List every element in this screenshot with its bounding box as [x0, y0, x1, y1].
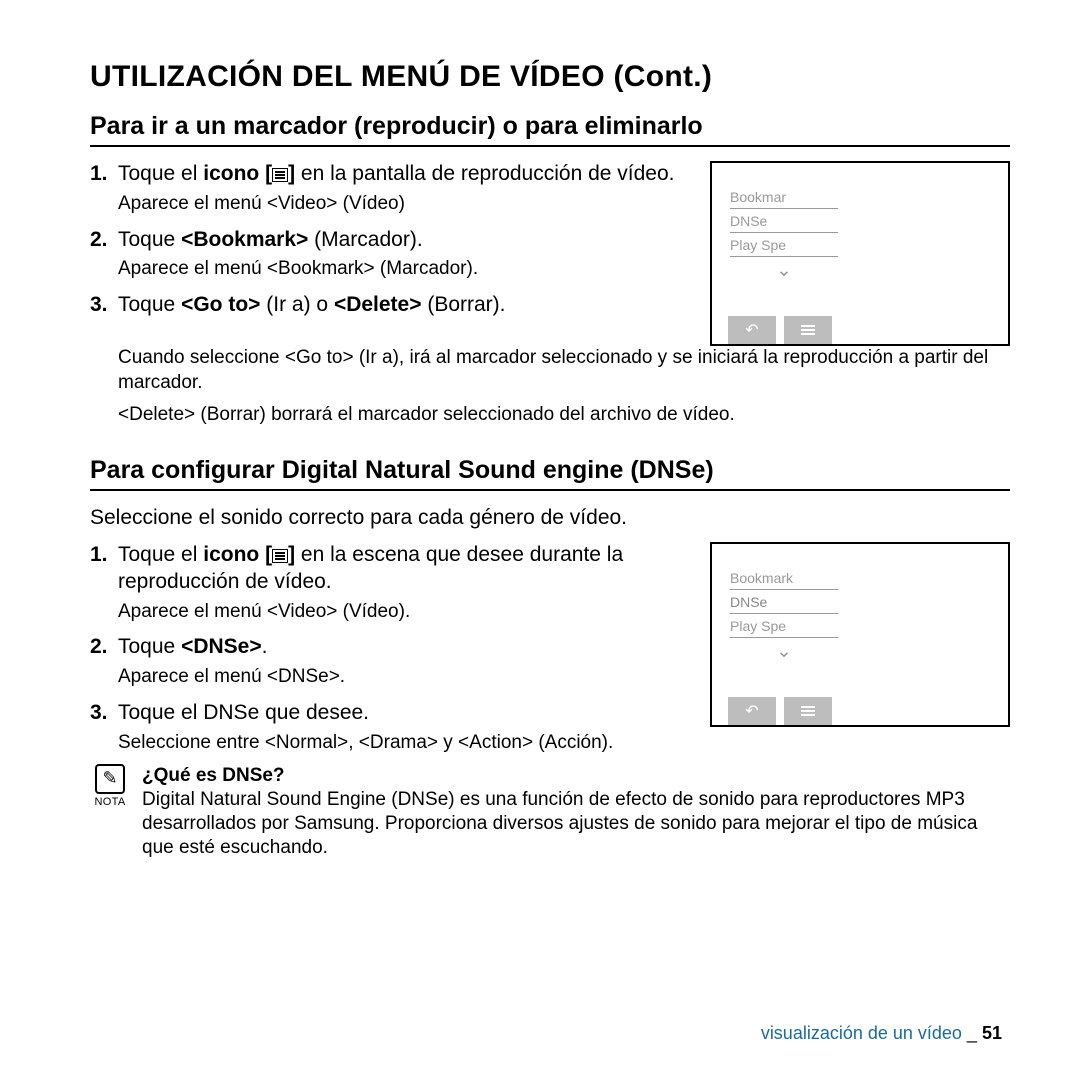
text: Toque: [118, 635, 181, 658]
menu-item-playspeed: Play Spe: [730, 614, 838, 638]
step-1: 1. Toque el icono [] en la pantalla de r…: [90, 161, 686, 188]
section-heading: Para ir a un marcador (reproducir) o par…: [90, 112, 1010, 147]
text: <Go to>: [181, 293, 260, 316]
text: Toque el DNSe que desee.: [118, 700, 686, 727]
device-illustration: Bookmar DNSe Play Spe ⌄ ↶: [710, 161, 1010, 346]
text: Toque: [118, 228, 181, 251]
step-3-sub1: Cuando seleccione <Go to> (Ir a), irá al…: [118, 346, 1010, 395]
footer-section: visualización de un vídeo: [761, 1023, 962, 1043]
device-bottom-bar: ↶: [712, 697, 1008, 725]
menu-icon: [784, 316, 832, 344]
back-icon: ↶: [728, 316, 776, 344]
step-number: 2.: [90, 227, 118, 254]
menu-item-dnse: DNSe: [730, 590, 838, 614]
section-bookmark: Para ir a un marcador (reproducir) o par…: [90, 112, 1010, 428]
footer-sep: _: [962, 1023, 982, 1043]
step-2: 2. Toque <Bookmark> (Marcador).: [90, 227, 686, 254]
chevron-down-icon: ⌄: [730, 257, 838, 282]
device-illustration: Bookmark DNSe Play Spe ⌄ ↶: [710, 542, 1010, 727]
step-3: 3. Toque <Go to> (Ir a) o <Delete> (Borr…: [90, 292, 686, 319]
text: <DNSe>: [181, 635, 262, 658]
section-dnse: Para conﬁgurar Digital Natural Sound eng…: [90, 456, 1010, 861]
text: (Marcador).: [308, 228, 422, 251]
step-number: 3.: [90, 700, 118, 727]
note-text: Digital Natural Sound Engine (DNSe) es u…: [142, 788, 1010, 861]
device-menu: Bookmar DNSe Play Spe ⌄: [730, 185, 838, 282]
text: <Bookmark>: [181, 228, 308, 251]
step-number: 1.: [90, 542, 118, 596]
step-3: 3. Toque el DNSe que desee.: [90, 700, 686, 727]
text: .: [262, 635, 268, 658]
page-title: UTILIZACIÓN DEL MENÚ DE VÍDEO (Cont.): [90, 60, 1010, 94]
page-footer: visualización de un vídeo _ 51: [761, 1023, 1002, 1044]
menu-item-bookmark: Bookmar: [730, 185, 838, 209]
text: ]: [288, 162, 301, 185]
step-2-sub: Aparece el menú <Bookmark> (Marcador).: [118, 257, 686, 282]
text: (Borrar).: [422, 293, 506, 316]
text: Toque el: [118, 543, 203, 566]
note-icon: ✎: [95, 764, 125, 794]
menu-icon: [784, 697, 832, 725]
step-number: 2.: [90, 634, 118, 661]
device-bottom-bar: ↶: [712, 316, 1008, 344]
note-question: ¿Qué es DNSe?: [142, 764, 1010, 788]
menu-item-dnse: DNSe: [730, 209, 838, 233]
note-label: NOTA: [95, 796, 126, 808]
back-icon: ↶: [728, 697, 776, 725]
step-2: 2. Toque <DNSe>.: [90, 634, 686, 661]
step-number: 1.: [90, 161, 118, 188]
step-3-sub: Seleccione entre <Normal>, <Drama> y <Ac…: [118, 731, 1010, 756]
chevron-down-icon: ⌄: [730, 638, 838, 663]
page-number: 51: [982, 1023, 1002, 1043]
intro-text: Seleccione el sonido correcto para cada …: [90, 505, 1010, 532]
text: (Ir a) o: [260, 293, 334, 316]
note-block: ✎ NOTA ¿Qué es DNSe? Digital Natural Sou…: [90, 764, 1010, 861]
step-1: 1. Toque el icono [] en la escena que de…: [90, 542, 686, 596]
menu-icon: [272, 549, 288, 563]
step-1-sub: Aparece el menú <Video> (Vídeo).: [118, 600, 686, 625]
text: <Delete>: [334, 293, 422, 316]
text: icono [: [203, 543, 272, 566]
menu-item-bookmark: Bookmark: [730, 566, 838, 590]
device-menu: Bookmark DNSe Play Spe ⌄: [730, 566, 838, 663]
text: en la pantalla de reproducción de vídeo.: [301, 162, 675, 185]
text: ]: [288, 543, 301, 566]
step-number: 3.: [90, 292, 118, 319]
section-heading: Para conﬁgurar Digital Natural Sound eng…: [90, 456, 1010, 491]
step-1-sub: Aparece el menú <Video> (Vídeo): [118, 192, 686, 217]
step-2-sub: Aparece el menú <DNSe>.: [118, 665, 686, 690]
text: Toque el: [118, 162, 203, 185]
text: Toque: [118, 293, 181, 316]
step-3-sub2: <Delete> (Borrar) borrará el marcador se…: [118, 403, 1010, 428]
menu-icon: [272, 168, 288, 182]
text: icono [: [203, 162, 272, 185]
menu-item-playspeed: Play Spe: [730, 233, 838, 257]
